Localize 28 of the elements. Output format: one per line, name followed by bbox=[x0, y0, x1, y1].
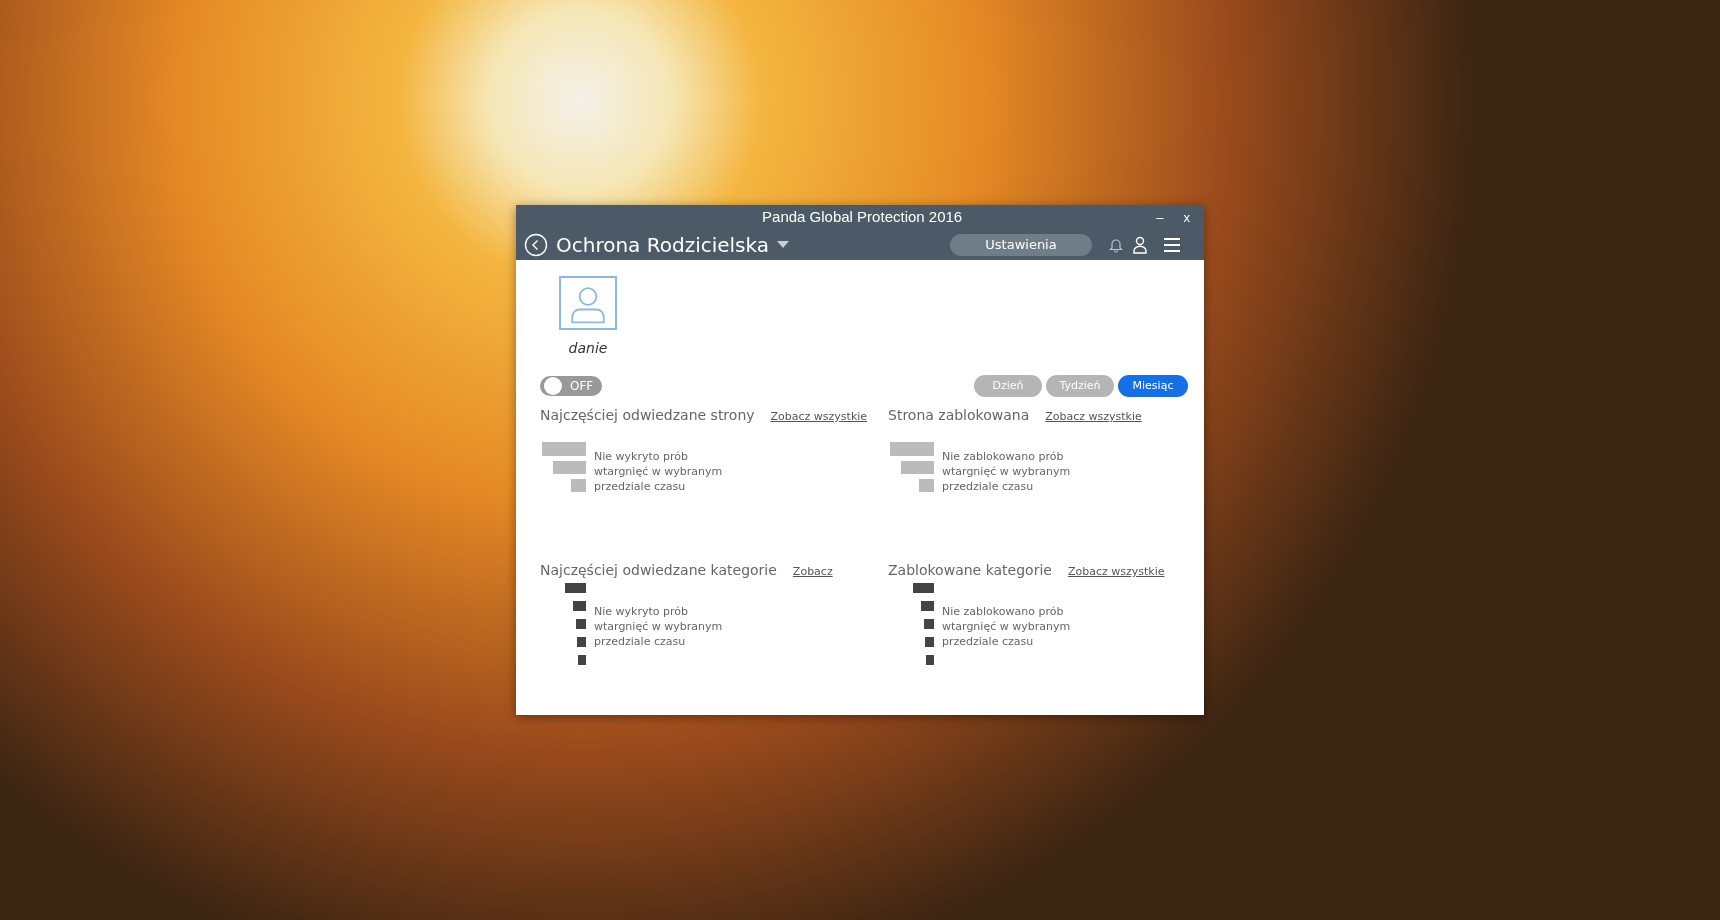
dropdown-caret-icon[interactable] bbox=[777, 241, 790, 249]
see-all-link[interactable]: Zobacz wszystkie bbox=[770, 409, 868, 426]
panel-title: Strona zablokowana bbox=[888, 406, 1030, 425]
close-button[interactable]: x bbox=[1177, 207, 1196, 228]
empty-state-message: Nie zablokowano prób wtargnięć w wybranym przedziale czasu bbox=[942, 605, 1072, 650]
see-all-link[interactable]: Zobacz bbox=[792, 564, 833, 581]
empty-bar-chart-icon bbox=[540, 442, 586, 492]
empty-bar-chart-icon bbox=[888, 442, 934, 492]
panel-title: Najczęściej odwiedzane kategorie bbox=[540, 561, 777, 580]
user-icon[interactable] bbox=[1132, 236, 1148, 254]
bell-icon[interactable] bbox=[1108, 237, 1124, 253]
menu-icon[interactable] bbox=[1164, 238, 1180, 252]
panel-title: Zablokowane kategorie bbox=[888, 561, 1052, 580]
empty-state-message: Nie zablokowano prób wtargnięć w wybranym przedziale czasu bbox=[942, 450, 1072, 495]
settings-button[interactable]: Ustawienia bbox=[950, 234, 1092, 256]
see-all-link[interactable]: Zobacz wszystkie bbox=[1067, 564, 1165, 581]
section-title: Ochrona Rodzicielska bbox=[556, 232, 770, 259]
empty-state-message: Nie wykryto prób wtargnięć w wybranym przedziale czasu bbox=[594, 450, 724, 495]
back-icon[interactable] bbox=[524, 233, 548, 257]
empty-state-message: Nie wykryto prób wtargnięć w wybranym przedziale czasu bbox=[594, 605, 724, 650]
minimize-button[interactable]: – bbox=[1150, 207, 1170, 228]
window-title: Panda Global Protection 2016 bbox=[761, 207, 964, 228]
panel-title: Najczęściej odwiedzane strony bbox=[540, 406, 755, 425]
profile-name: danie bbox=[568, 339, 608, 358]
see-all-link[interactable]: Zobacz wszystkie bbox=[1045, 409, 1142, 426]
empty-bar-chart-icon bbox=[913, 583, 934, 665]
period-tab[interactable]: Miesiąc bbox=[1118, 375, 1188, 397]
empty-bar-chart-icon bbox=[565, 583, 586, 665]
